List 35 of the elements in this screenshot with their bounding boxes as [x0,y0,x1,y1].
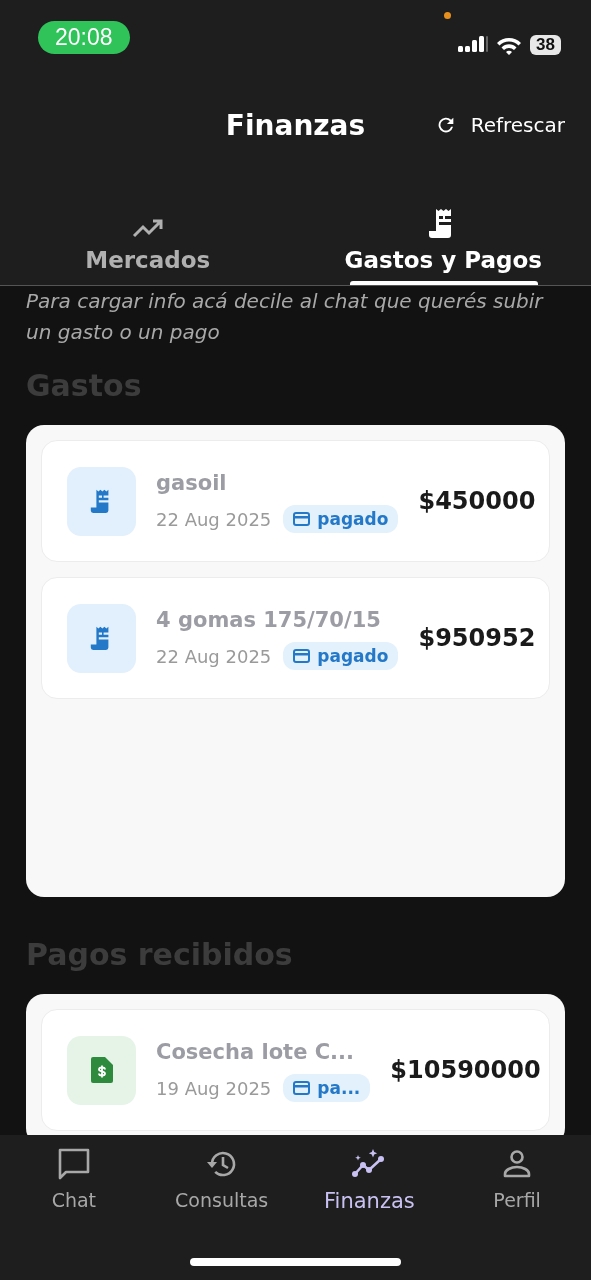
entry-amount: $10590000 [390,1056,541,1084]
wifi-icon [496,35,523,55]
entry-date: 22 Aug 2025 [156,508,272,530]
entry-title: Cosecha lote C... [156,1039,355,1066]
battery-indicator: 38 [530,35,561,55]
trend-icon [131,217,164,239]
refresh-button[interactable]: Refrescar [434,113,565,137]
card-icon [293,649,311,663]
nav-item[interactable]: Finanzas [295,1135,444,1213]
tab[interactable]: Mercados [0,165,296,285]
status-badge: pa... [283,1074,371,1102]
hint-text: Para cargar info acá decile al chat que querés subir un gasto o un pago [26,288,545,346]
page-title: Finanzas [224,108,366,142]
signal-icon [458,36,489,54]
nav-item[interactable]: Consultas [147,1135,296,1211]
card-icon [293,512,311,526]
status-time: 20:08 [38,21,130,54]
entry-date: 22 Aug 2025 [156,645,272,667]
entry-amount: $950952 [418,624,536,652]
card-icon [293,1081,311,1095]
entry-card[interactable]: gasoil 22 Aug 2025 pagado $450000 [41,440,550,562]
entry-date: 19 Aug 2025 [156,1077,272,1099]
entry-title: gasoil [156,470,227,497]
dollar-document-icon [90,1057,113,1083]
privacy-dot [444,12,451,19]
entry-card[interactable]: Cosecha lote C... 19 Aug 2025 pa... $10590000 [41,1009,550,1131]
entry-title: 4 gomas 175/70/15 [156,607,381,634]
tab[interactable]: Gastos y Pagos [295,165,591,285]
status-badge: pagado [283,642,399,670]
nav-item[interactable]: Chat [0,1135,148,1211]
entry-amount: $450000 [418,487,536,515]
entry-card[interactable]: 4 gomas 175/70/15 22 Aug 2025 pagado $950952 [41,577,550,699]
chat-icon [56,1147,91,1181]
status-badge: pagado [283,505,399,533]
nav-item[interactable]: Perfil [443,1135,591,1211]
